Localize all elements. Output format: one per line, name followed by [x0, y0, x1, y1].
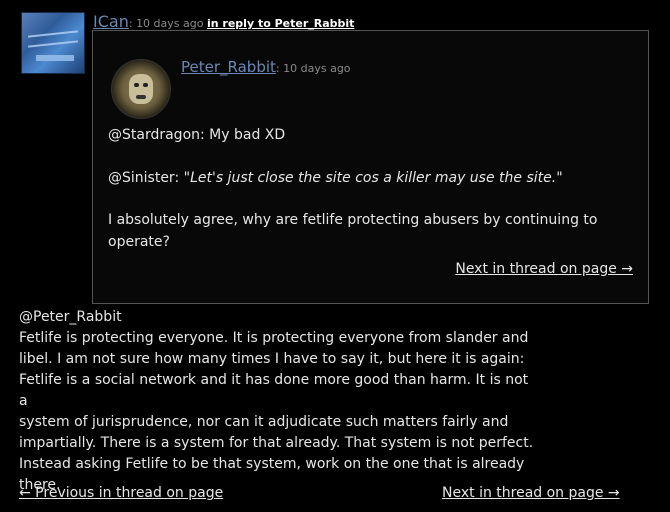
quoted-timestamp: 10 days ago [283, 62, 351, 75]
avatar-art [28, 30, 78, 38]
quoted-line: @Stardragon: My bad XD [108, 127, 286, 143]
in-reply-to-link[interactable]: in reply to Peter_Rabbit [207, 17, 354, 30]
comment-header: ICan: 10 days ago in reply to Peter_Rabb… [93, 12, 354, 31]
quoted-comment: Peter_Rabbit: 10 days ago @Stardragon: M… [92, 30, 649, 304]
author-link[interactable]: ICan [93, 12, 129, 31]
avatar-face [129, 74, 153, 104]
body-line: @Peter_Rabbit [19, 309, 122, 325]
quoted-line: I absolutely agree, why are fetlife prot… [108, 212, 598, 228]
author-avatar[interactable] [21, 12, 85, 74]
body-line: impartially. There is a system for that … [19, 435, 534, 451]
quoted-emphasis: "Let's just close the site cos a killer … [183, 170, 563, 186]
avatar-mouth [136, 95, 146, 99]
quoted-author-link[interactable]: Peter_Rabbit [181, 58, 276, 76]
body-line: system of jurisprudence, nor can it adju… [19, 414, 509, 430]
quoted-line: operate? [108, 234, 170, 250]
body-line: Fetlife is protecting everyone. It is pr… [19, 330, 529, 346]
quoted-next-in-thread-link[interactable]: Next in thread on page → [455, 261, 633, 277]
avatar-eye [134, 83, 139, 87]
comment-body: @Peter_Rabbit Fetlife is protecting ever… [19, 307, 539, 496]
quoted-body: @Stardragon: My bad XD @Sinister: "Let's… [108, 124, 628, 253]
quoted-author-avatar[interactable] [111, 59, 171, 119]
body-line: Fetlife is a social network and it has d… [19, 372, 529, 409]
previous-in-thread-link[interactable]: ← Previous in thread on page [19, 485, 223, 501]
body-line: libel. I am not sure how many times I ha… [19, 351, 525, 367]
avatar-art [28, 40, 78, 48]
quoted-mention: @Sinister: [108, 170, 184, 186]
avatar-eye [143, 83, 148, 87]
quoted-header: Peter_Rabbit: 10 days ago [181, 58, 351, 76]
quoted-line: @Sinister: "Let's just close the site co… [108, 167, 628, 189]
timestamp: 10 days ago [136, 17, 204, 30]
separator: : [275, 62, 280, 75]
next-in-thread-link[interactable]: Next in thread on page → [442, 485, 620, 501]
avatar-art [36, 55, 74, 61]
separator: : [128, 17, 133, 30]
body-line: Instead asking Fetlife to be that system… [19, 456, 525, 472]
